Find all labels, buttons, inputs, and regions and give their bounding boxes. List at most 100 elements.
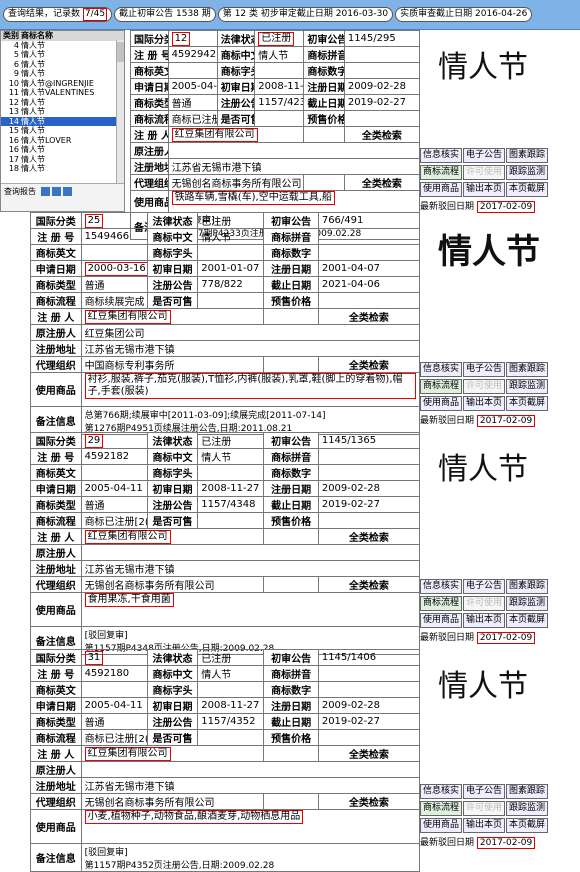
list-item[interactable]: 11 情人节VALENTINES: [1, 88, 124, 98]
list-item[interactable]: 15 情人节: [1, 126, 124, 136]
scroll-thumb[interactable]: [117, 42, 124, 62]
record-table: 国际分类 25 法律状态 已注册 初审公告 766/491 注 册 号 1549466 商标中文…: [30, 212, 421, 435]
field-label: 预售价格: [303, 110, 345, 127]
goods-button[interactable]: 使用商品: [420, 613, 463, 628]
field-label: 注 册 号: [30, 448, 82, 465]
list-item[interactable]: 10 情人节@INGRENJIE: [1, 79, 124, 89]
screenshot-button[interactable]: 本页截屏: [506, 818, 549, 833]
goods-button[interactable]: 使用商品: [420, 818, 463, 833]
monitor-button[interactable]: 跟踪监测: [506, 379, 549, 394]
field-label: 初审公告: [303, 30, 345, 47]
list-item[interactable]: 6 情人节: [1, 60, 124, 70]
field-label: 注册地址: [130, 158, 169, 175]
gazette-button[interactable]: 电子公告: [463, 148, 506, 163]
full-search-link[interactable]: 全类检索: [343, 126, 421, 143]
list-item[interactable]: 16 情人节: [1, 145, 124, 155]
monitor-button[interactable]: 跟踪监测: [506, 596, 549, 611]
report-icon[interactable]: [40, 187, 50, 196]
goods-button[interactable]: 使用商品: [420, 182, 463, 197]
field-label: 备注信息: [30, 843, 82, 872]
list-item[interactable]: 14 情人节: [1, 116, 124, 126]
screenshot-button[interactable]: 本页截屏: [506, 613, 549, 628]
trademark-list[interactable]: 类别 商标名称 4 情人节 5 情人节 6 情人节 9 情人节 10 情人节@INGRENJIE 11…: [0, 30, 125, 212]
list-item[interactable]: 17 情人节: [1, 155, 124, 165]
full-search-link[interactable]: 全类检索: [343, 174, 421, 191]
field-label: 注册公告: [146, 496, 199, 513]
screenshot-button[interactable]: 本页截屏: [506, 396, 549, 411]
goods-value: 铁路车辆,雪橇(车),空中运载工具,船: [171, 191, 335, 205]
monitor-button[interactable]: 跟踪监测: [506, 165, 549, 180]
export-button[interactable]: 输出本页: [463, 818, 506, 833]
track-button[interactable]: 图素跟踪: [506, 148, 549, 163]
field-value: 2005-04-11: [167, 78, 218, 95]
field-label: 注册日期: [303, 78, 345, 95]
field-label: 初审日期: [146, 260, 199, 277]
verify-button[interactable]: 信息核实: [420, 784, 463, 799]
field-value: 25: [80, 212, 148, 229]
field-label: 商标字头: [146, 464, 199, 481]
full-search-link[interactable]: 全类检索: [317, 576, 421, 593]
flow-button[interactable]: 商标流程: [420, 379, 463, 394]
field-value: 2000-03-16: [80, 260, 148, 277]
field-label: 使用商品: [30, 372, 82, 407]
license-button[interactable]: 许可使用: [463, 801, 506, 816]
list-item[interactable]: 4 情人节: [1, 41, 124, 51]
flow-button[interactable]: 商标流程: [420, 801, 463, 816]
latest-reject-date: 最新驳回日期 2017-02-09: [420, 415, 536, 427]
field-label: 注册地址: [30, 340, 82, 357]
list-item[interactable]: 16 情人节LOVER: [1, 136, 124, 146]
field-label: 商标拼音: [303, 46, 345, 63]
remark-value: [驳回复审] 第1157期P4352页注册公告,日期:2009.02.28: [80, 843, 421, 872]
full-search-link[interactable]: 全类检索: [317, 793, 421, 810]
license-button[interactable]: 许可使用: [463, 165, 506, 180]
verify-button[interactable]: 信息核实: [420, 148, 463, 163]
registrant-value: 红豆集团有限公司: [171, 127, 258, 142]
list-item[interactable]: 9 情人节: [1, 69, 124, 79]
list-item[interactable]: 18 情人节: [1, 164, 124, 174]
field-label: 使用商品: [30, 592, 82, 627]
license-button[interactable]: 许可使用: [463, 596, 506, 611]
field-value: [80, 681, 148, 698]
field-label: 商标数字: [263, 244, 319, 261]
field-value: 1145/1406: [317, 649, 421, 666]
full-search-link[interactable]: 全类检索: [317, 745, 421, 762]
monitor-button[interactable]: 跟踪监测: [506, 801, 549, 816]
action-buttons: 信息核实 电子公告 图素跟踪 商标流程 许可使用 跟踪监测 使用商品 输出本页 本页截屏 最新驳回…: [420, 784, 580, 849]
field-label: 商标中文: [146, 448, 199, 465]
list-item[interactable]: 13 情人节: [1, 107, 124, 117]
export-button[interactable]: 输出本页: [463, 613, 506, 628]
field-value: 已注册: [197, 432, 265, 449]
field-label: 注册公告: [146, 276, 199, 293]
field-label: 国际分类: [30, 432, 82, 449]
record-table: 国际分类 31 法律状态 已注册 初审公告 1145/1406 注 册 号 4592180 商标…: [30, 649, 421, 872]
verify-button[interactable]: 信息核实: [420, 579, 463, 594]
verify-button[interactable]: 信息核实: [420, 362, 463, 377]
full-search-link[interactable]: 全类检索: [317, 528, 421, 545]
gazette-button[interactable]: 电子公告: [463, 579, 506, 594]
list-scrollbar[interactable]: [116, 40, 124, 185]
track-button[interactable]: 图素跟踪: [506, 784, 549, 799]
screenshot-button[interactable]: 本页截屏: [506, 182, 549, 197]
full-search-link[interactable]: 全类检索: [317, 356, 421, 373]
license-button[interactable]: 许可使用: [463, 379, 506, 394]
export-button[interactable]: 输出本页: [463, 182, 506, 197]
list-item[interactable]: 5 情人节: [1, 50, 124, 60]
field-label: 注册公告: [146, 713, 199, 730]
track-button[interactable]: 图素跟踪: [506, 362, 549, 377]
refresh-icon[interactable]: [51, 187, 61, 196]
full-search-link[interactable]: 全类检索: [317, 308, 421, 325]
flow-button[interactable]: 商标流程: [420, 165, 463, 180]
list-item-name: 情人节: [21, 69, 45, 78]
list-item-name: 情人节: [21, 97, 45, 107]
field-label: 商标类型: [30, 496, 82, 513]
list-item[interactable]: 12 情人节: [1, 98, 124, 108]
print-icon[interactable]: [62, 187, 72, 196]
top-status-bar: 查询结果，记录数 7/45 截止初审公告 1538 期 第 12 类 初步审定截…: [0, 0, 580, 30]
goods-button[interactable]: 使用商品: [420, 396, 463, 411]
gazette-button[interactable]: 电子公告: [463, 362, 506, 377]
gazette-button[interactable]: 电子公告: [463, 784, 506, 799]
field-value: [80, 761, 421, 778]
export-button[interactable]: 输出本页: [463, 396, 506, 411]
track-button[interactable]: 图素跟踪: [506, 579, 549, 594]
flow-button[interactable]: 商标流程: [420, 596, 463, 611]
